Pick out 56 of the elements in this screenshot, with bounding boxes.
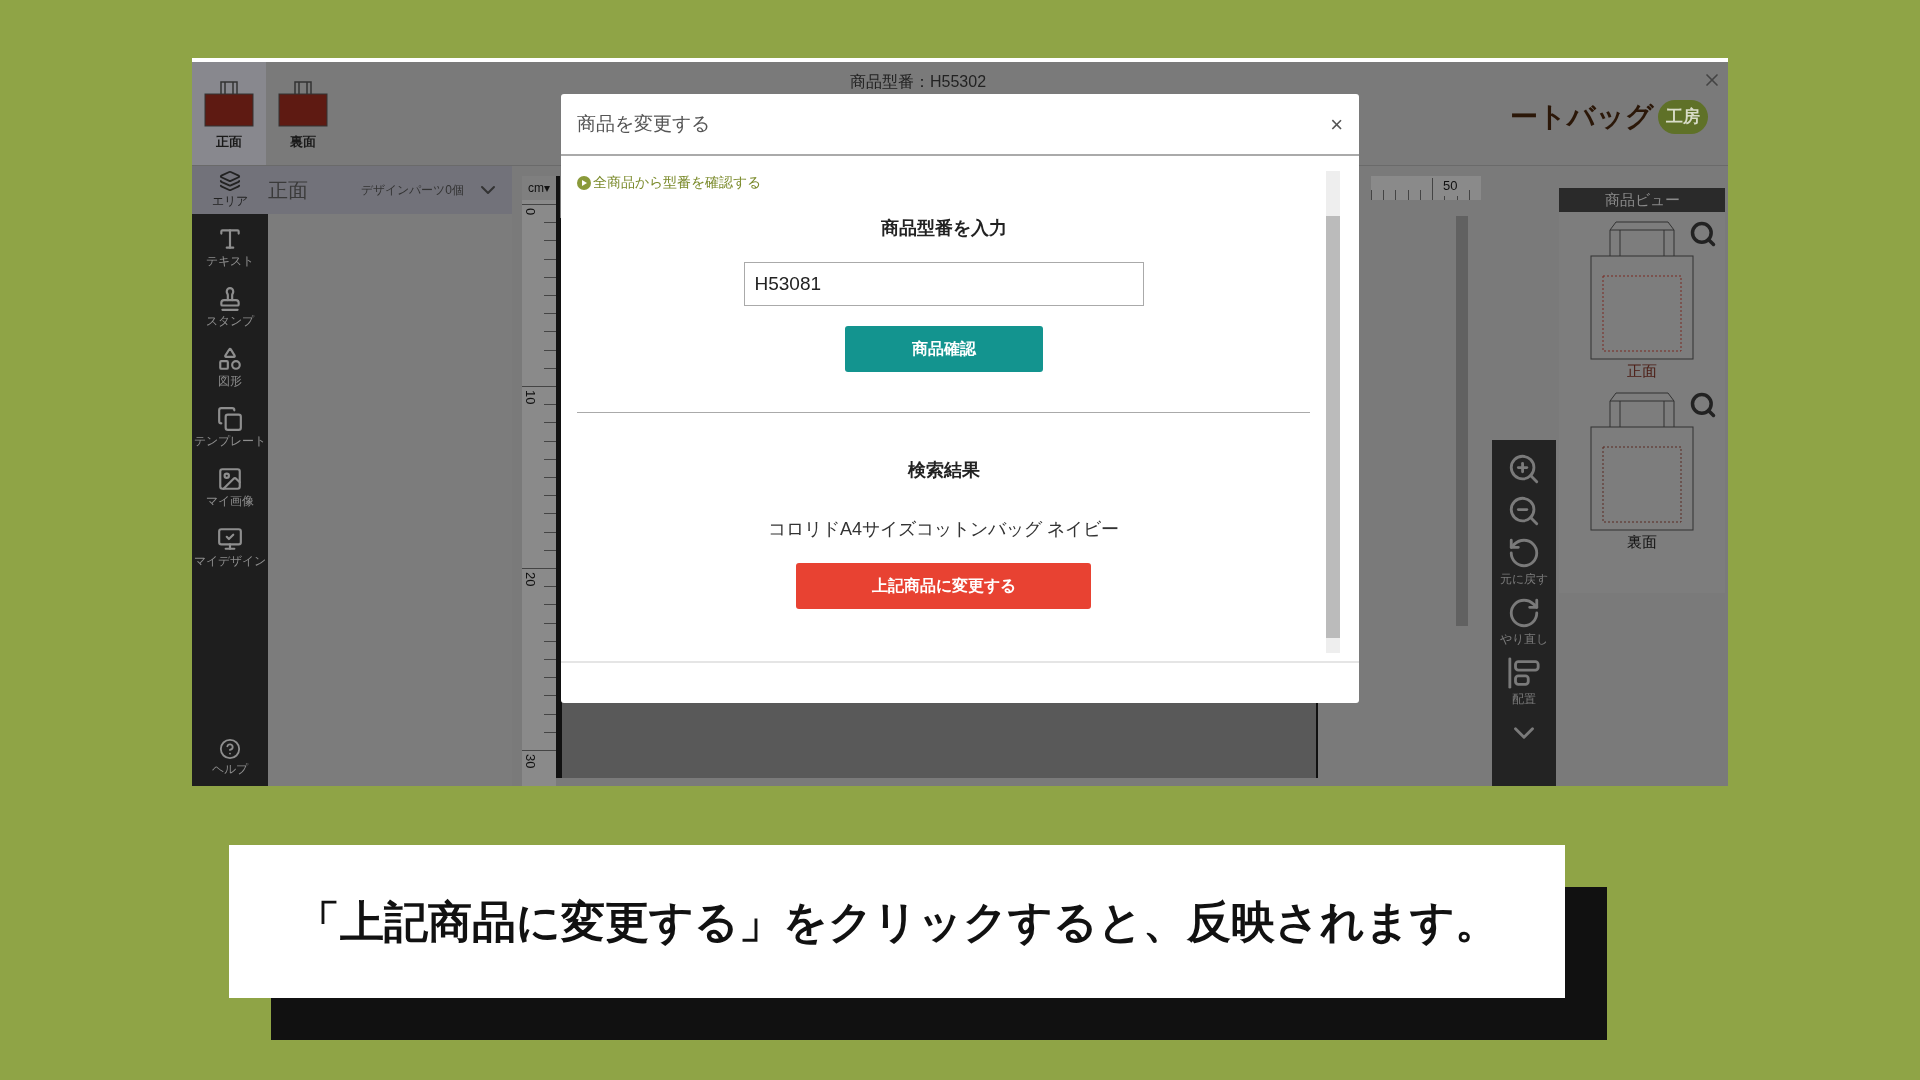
template-tool-icon xyxy=(217,406,243,432)
design-parts-count: デザインパーツ0個 xyxy=(361,182,464,199)
redo-icon xyxy=(1507,596,1541,630)
area-label: エリア xyxy=(212,193,248,210)
logo-badge: 工房 xyxy=(1658,100,1708,134)
search-icon[interactable] xyxy=(1689,220,1717,248)
result-heading: 検索結果 xyxy=(907,459,980,482)
tool-button[interactable]: マイ画像 xyxy=(192,458,268,518)
tool-button[interactable]: テンプレート xyxy=(192,398,268,458)
tool-button[interactable]: 図形 xyxy=(192,338,268,398)
caption-text: 「上記商品に変更する」をクリックすると、反映されます。 xyxy=(295,895,1499,948)
input-heading: 商品型番を入力 xyxy=(880,217,1007,240)
layers-icon xyxy=(219,170,241,192)
dialog-title: 商品を変更する xyxy=(577,111,710,136)
ruler-mark: 30 xyxy=(522,754,539,769)
ruler-mark: 10 xyxy=(522,390,539,405)
align-icon xyxy=(1507,656,1541,690)
help-icon xyxy=(219,738,241,760)
view-tool-button[interactable] xyxy=(1507,494,1541,528)
result-product-name: コロリドA4サイズコットンバッグ ネイビー xyxy=(768,518,1119,541)
product-side-tab[interactable]: 正面 xyxy=(192,62,266,165)
play-circle-icon xyxy=(577,175,591,190)
view-tool-button[interactable]: 元に戻す xyxy=(1500,536,1548,588)
tool-button[interactable]: マイデザイン xyxy=(192,518,268,578)
undo-icon xyxy=(1507,536,1541,570)
product-side-tab[interactable]: 裏面 xyxy=(266,62,340,165)
product-view-title: 商品ビュー xyxy=(1559,188,1725,212)
model-number-input[interactable]: H53081 xyxy=(743,262,1144,306)
change-product-button[interactable]: 上記商品に変更する xyxy=(796,563,1091,609)
logo-text: ートバッグ xyxy=(1510,100,1654,134)
area-title: 正面 xyxy=(268,177,308,204)
dialog-scrollbar[interactable] xyxy=(1326,171,1340,653)
help-button[interactable]: ヘルプ xyxy=(212,738,248,778)
model-number: 商品型番：H55302 xyxy=(850,72,987,92)
view-tool-button[interactable] xyxy=(1507,452,1541,486)
view-tool-button[interactable]: 配置 xyxy=(1507,656,1541,708)
view-tool-button[interactable]: やり直し xyxy=(1500,596,1548,648)
canvas-scrollbar[interactable] xyxy=(1456,216,1468,626)
close-button[interactable]: × xyxy=(1330,107,1343,141)
tool-button[interactable]: スタンプ xyxy=(192,278,268,338)
shape-tool-icon xyxy=(217,346,243,372)
tool-button[interactable]: テキスト xyxy=(192,218,268,278)
ruler-mark: 0 xyxy=(522,208,539,216)
design-tool-icon xyxy=(217,526,243,552)
image-tool-icon xyxy=(217,466,243,492)
view-label[interactable]: 正面 xyxy=(1627,360,1657,383)
view-label[interactable]: 裏面 xyxy=(1627,530,1657,553)
zoom-out-icon xyxy=(1507,494,1541,528)
confirm-button[interactable]: 商品確認 xyxy=(844,326,1043,372)
zoom-in-icon xyxy=(1507,452,1541,486)
text-tool-icon xyxy=(217,226,243,252)
ruler-mark: 20 xyxy=(522,572,539,587)
unit-selector[interactable]: cm▾ xyxy=(522,176,556,200)
stamp-tool-icon xyxy=(217,286,243,312)
all-products-link[interactable]: 全商品から型番を確認する xyxy=(577,172,761,193)
search-icon[interactable] xyxy=(1689,390,1717,419)
